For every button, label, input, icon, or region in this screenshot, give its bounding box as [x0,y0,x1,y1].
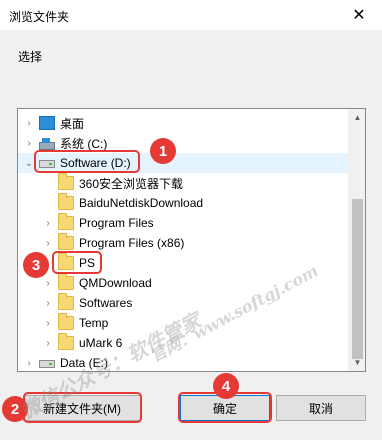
step-badge-1: 1 [150,138,176,164]
collapse-chevron-icon[interactable]: ⌄ [24,158,34,169]
folder-icon [58,213,74,230]
folder-icon [58,273,74,290]
step-badge-3: 3 [23,252,49,278]
highlight-box-ps-folder [52,251,102,274]
desktop-icon [39,116,55,130]
highlight-box-software-drive [34,150,140,173]
tree-item-folder[interactable]: › Program Files [18,213,348,233]
drive-icon [39,360,55,368]
cancel-button[interactable]: 取消 [276,395,366,421]
expand-chevron-icon[interactable]: › [43,338,53,349]
tree-item-folder[interactable]: › QMDownload [18,273,348,293]
scroll-down-icon[interactable]: ▼ [349,354,365,371]
scroll-up-icon[interactable]: ▲ [349,109,365,126]
expand-chevron-icon[interactable]: › [24,358,34,369]
expand-chevron-icon[interactable]: › [43,218,53,229]
folder-icon [58,293,74,310]
expand-chevron-icon[interactable]: › [43,298,53,309]
tree-item-folder[interactable]: › Softwares [18,293,348,313]
tree-item-folder[interactable]: › Temp [18,313,348,333]
prompt-label: 选择 [18,50,43,64]
tree-item-desktop[interactable]: › 桌面 [18,113,348,133]
tree-item-label: Temp [79,316,109,330]
tree-item-label: 桌面 [60,116,85,131]
tree-item-label: Data (E:) [60,356,109,370]
close-button[interactable]: ✕ [336,0,382,30]
system-drive-icon [39,138,55,150]
title-bar: 浏览文件夹 ✕ [0,0,382,30]
vertical-scrollbar[interactable]: ▲ ▼ [348,109,365,371]
folder-icon [58,333,74,350]
tree-item-folder[interactable]: BaiduNetdiskDownload [18,193,348,213]
folder-icon [58,193,74,210]
expand-chevron-icon[interactable]: › [43,318,53,329]
tree-item-label: QMDownload [79,276,152,290]
tree-item-label: Softwares [79,296,133,310]
expand-chevron-icon[interactable]: › [43,238,53,249]
expand-chevron-icon[interactable]: › [43,278,53,289]
folder-icon [58,233,74,250]
window-title: 浏览文件夹 [9,10,70,24]
tree-item-label: BaiduNetdiskDownload [79,196,204,210]
folder-tree[interactable]: › 桌面 › 系统 (C:) ⌄ Software (D:) 360安全浏览器下… [17,108,366,372]
step-badge-4: 4 [213,373,239,399]
highlight-box-new-folder [23,392,142,423]
tree-item-data-drive[interactable]: › Data (E:) [18,353,348,371]
folder-icon [58,313,74,330]
expand-chevron-icon[interactable]: › [24,138,34,149]
tree-item-label: Program Files [79,216,154,230]
step-badge-2: 2 [2,396,28,422]
tree-item-folder[interactable]: › uMark 6 [18,333,348,353]
folder-icon [58,173,74,190]
tree-item-folder[interactable]: › Program Files (x86) [18,233,348,253]
tree-item-folder[interactable]: 360安全浏览器下载 [18,173,348,193]
tree-item-label: 360安全浏览器下载 [79,176,184,191]
scroll-thumb[interactable] [352,199,363,359]
tree-item-label: 系统 (C:) [60,136,108,151]
tree-item-label: uMark 6 [79,336,123,350]
tree-item-label: Program Files (x86) [79,236,185,250]
expand-chevron-icon[interactable]: › [24,118,34,129]
